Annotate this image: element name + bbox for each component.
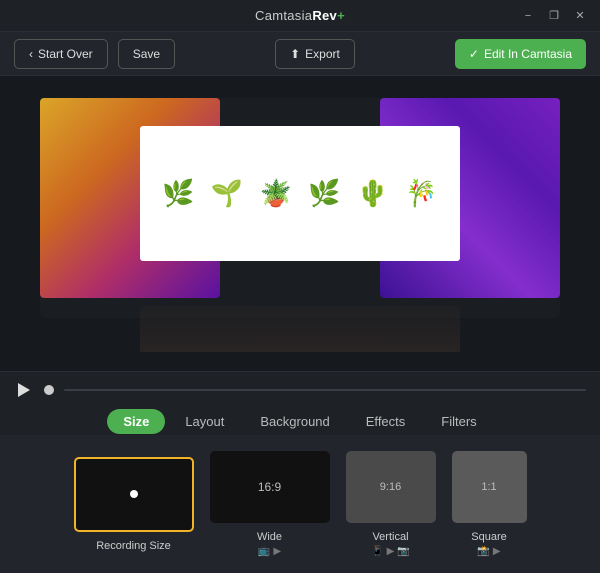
- play-button[interactable]: [14, 380, 34, 400]
- toolbar: ‹ Start Over Save ⬆ Export ✓ Edit In Cam…: [0, 32, 600, 76]
- export-icon: ⬆: [290, 47, 300, 61]
- brand-name: Rev: [312, 8, 337, 23]
- plant-icon-1: 🌿: [162, 180, 194, 206]
- check-icon: ✓: [469, 47, 479, 61]
- wide-aspect-label: 16:9: [258, 480, 281, 494]
- recording-dot: [130, 490, 138, 498]
- playhead[interactable]: [44, 385, 54, 395]
- size-card-vertical[interactable]: 9:16 Vertical 📱 ▶ 📷: [346, 451, 436, 557]
- edit-in-camtasia-label: Edit In Camtasia: [484, 47, 572, 61]
- tab-background[interactable]: Background: [244, 409, 345, 434]
- edit-in-camtasia-button[interactable]: ✓ Edit In Camtasia: [455, 39, 586, 69]
- preview-canvas: 🌿 🌱 🪴 🌿 🌵 🎋: [40, 98, 560, 356]
- export-label: Export: [305, 47, 340, 61]
- wide-text: Wide: [257, 531, 282, 543]
- wide-icon-play: ▶: [273, 546, 281, 557]
- plant-icon-4: 🌿: [308, 180, 340, 206]
- title-bar: CamtasiaRev+ − ❐ ✕: [0, 0, 600, 32]
- vertical-icon-phone: 📱: [371, 546, 383, 557]
- start-over-label: Start Over: [38, 47, 93, 61]
- timeline[interactable]: [64, 389, 586, 391]
- tab-effects[interactable]: Effects: [350, 409, 422, 434]
- playback-bar: [0, 371, 600, 407]
- export-button[interactable]: ⬆ Export: [275, 39, 355, 69]
- window-controls: − ❐ ✕: [520, 8, 588, 24]
- vertical-icon-camera: 📷: [397, 546, 409, 557]
- plant-icon-3: 🪴: [259, 180, 291, 206]
- plus-badge: +: [337, 8, 345, 23]
- size-thumb-square: 1:1: [452, 451, 527, 523]
- square-aspect-label: 1:1: [481, 481, 496, 493]
- vertical-label: Vertical 📱 ▶ 📷: [371, 531, 410, 557]
- size-options-panel: Recording Size 16:9 Wide 📺 ▶ 9:16 Vertic…: [0, 435, 600, 573]
- tab-filters[interactable]: Filters: [425, 409, 492, 434]
- size-card-wide[interactable]: 16:9 Wide 📺 ▶: [210, 451, 330, 557]
- size-thumb-vertical: 9:16: [346, 451, 436, 523]
- square-text: Square: [471, 531, 506, 543]
- vertical-aspect-label: 9:16: [380, 481, 401, 493]
- plant-icon-6: 🎋: [405, 180, 437, 206]
- size-thumb-recording: [74, 457, 194, 532]
- square-icons: 📸 ▶: [477, 546, 500, 557]
- plant-icon-2: 🌱: [211, 180, 243, 206]
- vertical-text: Vertical: [372, 531, 408, 543]
- wide-label: Wide 📺 ▶: [257, 531, 282, 557]
- minimize-button[interactable]: −: [520, 8, 536, 24]
- restore-button[interactable]: ❐: [546, 8, 562, 24]
- play-icon: [18, 383, 30, 397]
- chevron-left-icon: ‹: [29, 47, 33, 61]
- vertical-icon-play: ▶: [387, 546, 395, 557]
- vertical-icons: 📱 ▶ 📷: [371, 546, 410, 557]
- recording-size-label: Recording Size: [96, 540, 171, 552]
- app-title: CamtasiaRev+: [255, 8, 345, 23]
- size-thumb-wide: 16:9: [210, 451, 330, 523]
- bottom-section: Size Layout Background Effects Filters R…: [0, 407, 600, 573]
- square-icon-play: ▶: [493, 546, 501, 557]
- close-button[interactable]: ✕: [572, 8, 588, 24]
- plant-icon-5: 🌵: [357, 180, 389, 206]
- preview-area: 🌿 🌱 🪴 🌿 🌵 🎋: [0, 76, 600, 371]
- wide-icon-tv: 📺: [258, 546, 270, 557]
- square-label: Square 📸 ▶: [471, 531, 506, 557]
- size-card-square[interactable]: 1:1 Square 📸 ▶: [452, 451, 527, 557]
- start-over-button[interactable]: ‹ Start Over: [14, 39, 108, 69]
- save-button[interactable]: Save: [118, 39, 175, 69]
- tabs-bar: Size Layout Background Effects Filters: [0, 407, 600, 435]
- tab-size[interactable]: Size: [107, 409, 165, 434]
- square-icon-photo: 📸: [477, 546, 489, 557]
- tab-layout[interactable]: Layout: [169, 409, 240, 434]
- save-label: Save: [133, 47, 160, 61]
- size-card-recording[interactable]: Recording Size: [74, 457, 194, 552]
- wide-icons: 📺 ▶: [258, 546, 281, 557]
